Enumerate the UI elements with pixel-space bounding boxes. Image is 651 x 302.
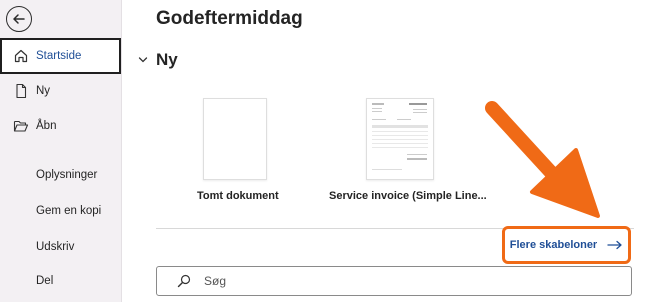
- search-input[interactable]: [202, 273, 586, 289]
- sidebar: Startside Ny Åbn Oplysninger Gem en kopi…: [0, 0, 122, 302]
- sidebar-item-label: Gem en kopi: [36, 205, 102, 217]
- sidebar-item-label: Udskriv: [36, 241, 75, 253]
- template-thumbnail-blank[interactable]: [203, 98, 267, 180]
- template-label[interactable]: Tomt dokument: [197, 190, 279, 202]
- search-box[interactable]: [156, 266, 632, 296]
- search-icon: [177, 274, 191, 288]
- chevron-down-icon[interactable]: [138, 56, 148, 64]
- sidebar-item-startside[interactable]: Startside: [0, 38, 121, 74]
- sidebar-item-udskriv[interactable]: Udskriv: [0, 229, 121, 265]
- template-label[interactable]: Service invoice (Simple Line...: [329, 190, 487, 202]
- page-title: Godeftermiddag: [156, 8, 303, 29]
- sidebar-item-abn[interactable]: Åbn: [0, 108, 121, 144]
- section-title-new: Ny: [156, 50, 178, 69]
- home-icon: [13, 48, 29, 64]
- sidebar-item-ny[interactable]: Ny: [0, 73, 121, 109]
- sidebar-item-label: Ny: [36, 85, 51, 97]
- back-button[interactable]: [6, 6, 32, 32]
- callout-arrow-icon: [485, 101, 600, 218]
- arrow-right-icon: [607, 240, 622, 250]
- sidebar-item-label: Startside: [36, 50, 82, 62]
- sidebar-item-del[interactable]: Del: [0, 263, 121, 299]
- invoice-preview-icon: [372, 103, 428, 170]
- sidebar-item-label: Oplysninger: [36, 169, 98, 181]
- back-arrow-icon: [13, 14, 25, 24]
- more-templates-label: Flere skabeloner: [509, 239, 598, 251]
- sidebar-item-label: Åbn: [36, 120, 57, 132]
- new-document-icon: [13, 83, 29, 99]
- sidebar-item-gem-en-kopi[interactable]: Gem en kopi: [0, 193, 121, 229]
- more-templates-button[interactable]: Flere skabeloner: [502, 226, 631, 264]
- sidebar-item-oplysninger[interactable]: Oplysninger: [0, 157, 121, 193]
- template-thumbnail-invoice[interactable]: [366, 98, 434, 180]
- folder-open-icon: [13, 118, 29, 134]
- sidebar-item-label: Del: [36, 275, 54, 287]
